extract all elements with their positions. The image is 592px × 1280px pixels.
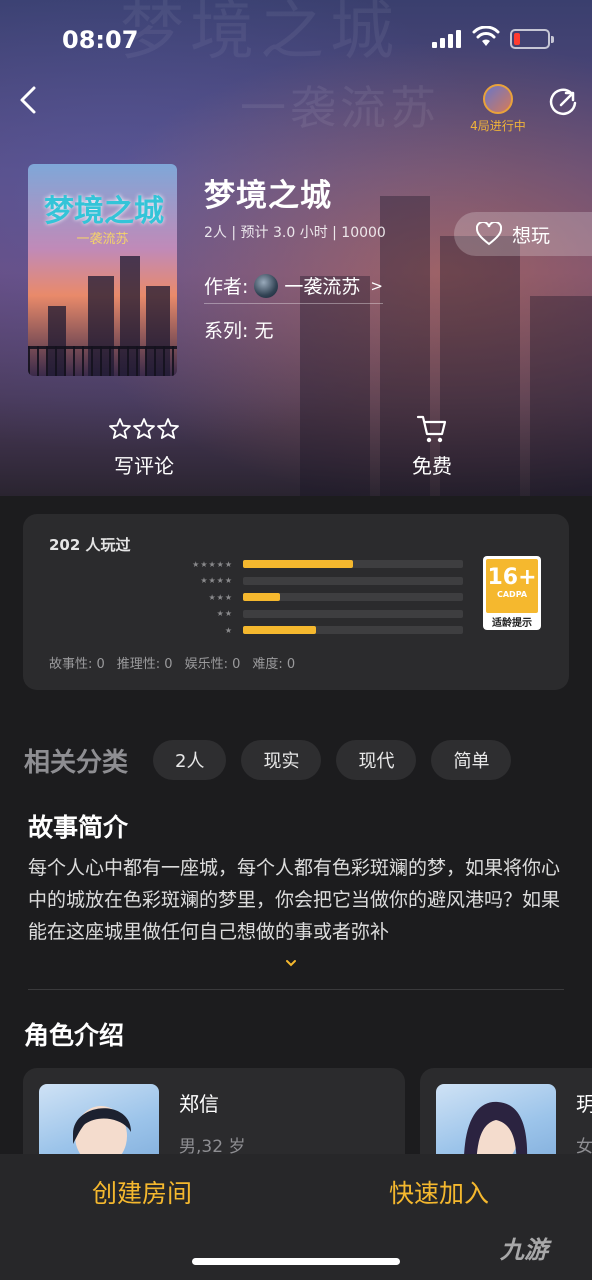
- score-story: 故事性: 0: [49, 657, 105, 672]
- want-to-play-button[interactable]: 想玩: [454, 212, 592, 256]
- watermark: 九游: [500, 1236, 548, 1264]
- game-meta: 2人 | 预计 3.0 小时 | 10000: [204, 225, 386, 241]
- character-name: 郑信: [179, 1092, 219, 1116]
- rating-bar-row: ★★★: [173, 589, 463, 606]
- ongoing-rooms-label: 4局进行中: [470, 119, 526, 133]
- write-review-label: 写评论: [114, 454, 174, 478]
- hero-background-subtitle: 一袭流苏: [240, 81, 440, 135]
- game-cover: 梦境之城 一袭流苏: [28, 164, 177, 376]
- home-indicator[interactable]: [192, 1258, 400, 1265]
- tag-players[interactable]: 2人: [153, 740, 227, 780]
- game-title: 梦境之城: [204, 178, 332, 214]
- story-title: 故事简介: [28, 813, 129, 842]
- author-link[interactable]: 作者: 一袭流苏 >: [204, 272, 383, 304]
- rating-bar-track: [243, 593, 463, 602]
- author-avatar: [254, 273, 279, 298]
- tag-realistic[interactable]: 现实: [241, 740, 322, 780]
- star-rating-icon: [94, 414, 194, 444]
- rating-bar-fill: [243, 626, 316, 635]
- tag-modern[interactable]: 现代: [336, 740, 417, 780]
- rating-bar-track: [243, 626, 463, 635]
- rating-bar-track: [243, 560, 463, 569]
- rating-bar-row: ★: [173, 622, 463, 639]
- create-room-button[interactable]: 创建房间: [92, 1174, 192, 1210]
- write-review-button[interactable]: 写评论: [94, 414, 194, 479]
- score-breakdown: 故事性: 0 推理性: 0 娱乐性: 0 难度: 0: [49, 653, 295, 672]
- divider: [28, 989, 564, 990]
- score-reasoning: 推理性: 0: [116, 657, 173, 672]
- want-to-play-label: 想玩: [512, 224, 551, 247]
- age-rating: 16+: [487, 565, 537, 590]
- rating-bar-row: ★★★★: [173, 573, 463, 590]
- series-info: 系列: 无: [204, 320, 274, 342]
- rating-bar-row: ★★★★★: [173, 556, 463, 573]
- star-level-icon: ★: [224, 625, 233, 635]
- cart-icon: [382, 414, 482, 444]
- characters-title: 角色介绍: [24, 1021, 125, 1050]
- share-icon[interactable]: [548, 88, 578, 118]
- room-avatar: [483, 84, 513, 114]
- rating-bar-track: [243, 609, 463, 618]
- clock: 08:07: [62, 26, 139, 54]
- score-difficulty: 难度: 0: [252, 657, 296, 672]
- hero-building: [300, 276, 370, 496]
- star-level-icon: ★★: [216, 609, 233, 619]
- rating-bar-row: ★★: [173, 606, 463, 623]
- star-level-icon: ★★★★★: [192, 559, 233, 569]
- battery-icon: [510, 29, 554, 49]
- story-text: 每个人心中都有一座城，每个人都有色彩斑斓的梦，如果将你心中的城放在色彩斑斓的梦里…: [28, 857, 561, 943]
- age-rating-badge[interactable]: 16+ CADPA 适龄提示: [483, 556, 541, 630]
- category-tags: 2人 现实 现代 简单: [153, 740, 512, 780]
- chevron-right-icon: >: [370, 276, 383, 295]
- author-name: 一袭流苏: [284, 276, 361, 298]
- hero-building: [530, 296, 592, 496]
- cover-title: 梦境之城: [44, 194, 164, 229]
- age-rating-org: CADPA: [496, 590, 528, 599]
- cover-subtitle: 一袭流苏: [76, 232, 129, 247]
- price-label: 免费: [412, 454, 452, 478]
- status-bar: 08:07: [0, 0, 592, 80]
- cover-railing: [28, 346, 177, 376]
- star-level-icon: ★★★★: [200, 576, 233, 586]
- author-label: 作者:: [204, 276, 249, 298]
- rating-bar-fill: [243, 560, 353, 569]
- age-rating-caption: 适龄提示: [492, 618, 532, 629]
- tag-easy[interactable]: 简单: [431, 740, 512, 780]
- heart-icon: [476, 222, 502, 246]
- rating-bar-track: [243, 576, 463, 585]
- quick-join-button[interactable]: 快速加入: [389, 1174, 489, 1210]
- played-count: 202 人玩过: [49, 536, 131, 554]
- rating-bar-fill: [243, 593, 281, 602]
- character-name: 玥: [576, 1092, 592, 1116]
- back-icon[interactable]: [14, 84, 46, 116]
- price-button[interactable]: 免费: [382, 414, 482, 479]
- signal-icon: [432, 30, 461, 48]
- score-fun: 娱乐性: 0: [184, 657, 241, 672]
- categories-label: 相关分类: [24, 748, 129, 778]
- ongoing-rooms[interactable]: 4局进行中: [466, 84, 530, 134]
- rating-distribution: ★★★★★ ★★★★ ★★★ ★★ ★: [173, 556, 463, 639]
- star-level-icon: ★★★: [208, 592, 233, 602]
- chevron-down-icon[interactable]: [284, 958, 298, 968]
- rating-card: 202 人玩过 ★★★★★ ★★★★ ★★★ ★★ ★ 16+ CADPA 适龄提示 故…: [23, 514, 569, 690]
- wifi-icon: [472, 26, 500, 46]
